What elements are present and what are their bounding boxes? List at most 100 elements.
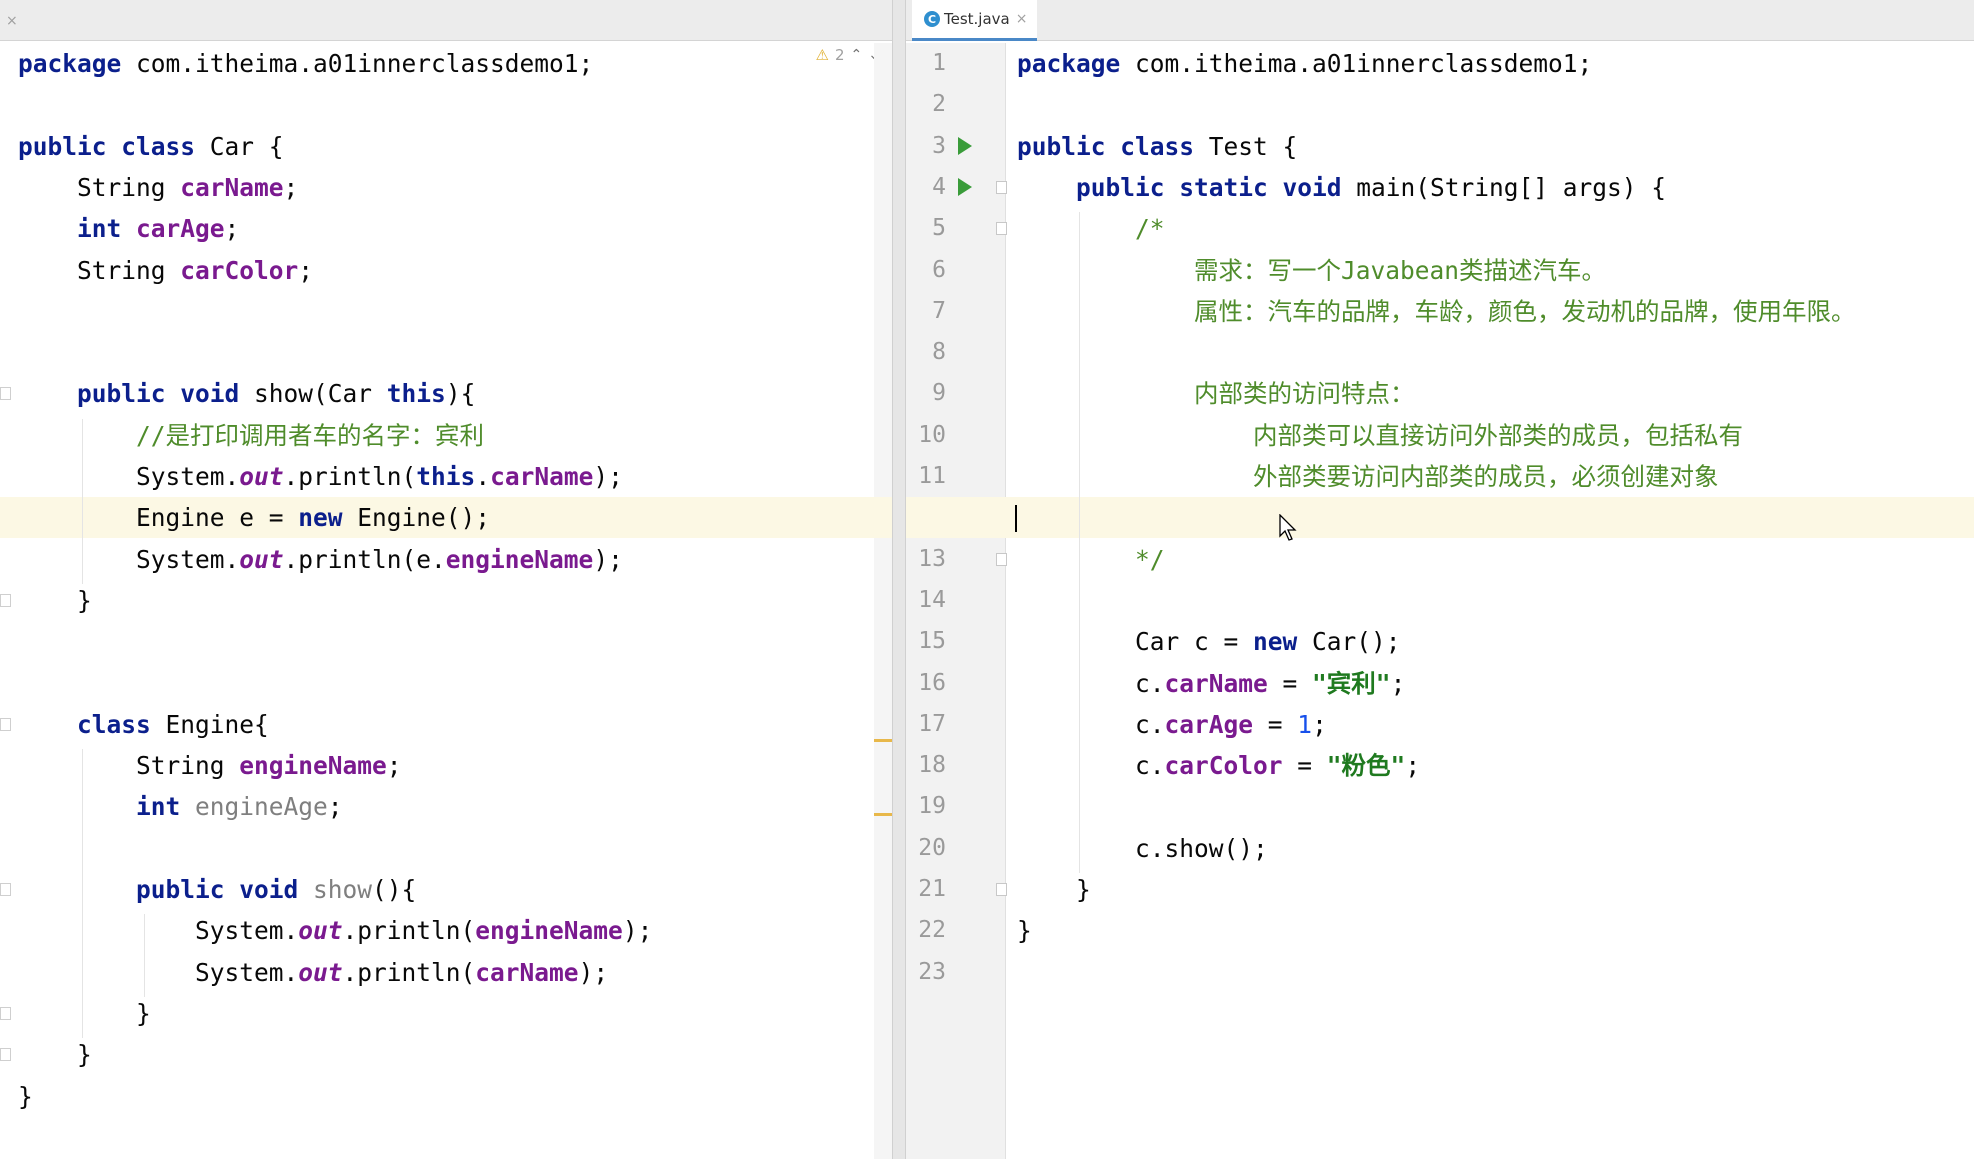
code-line[interactable]: */ [906, 539, 1974, 580]
code-line[interactable]: public class Test { [906, 126, 1974, 167]
code-token: ){ [445, 379, 476, 409]
code-line[interactable]: System.out.println(carName); [0, 952, 892, 993]
fold-marker-icon[interactable] [0, 593, 11, 607]
code-token: public class [18, 131, 210, 161]
code-token: "粉色" [1326, 751, 1406, 781]
right-tab-bar: C Test.java × [906, 0, 1974, 41]
code-line[interactable]: public class Car { [0, 126, 892, 167]
close-icon[interactable]: × [6, 13, 18, 29]
code-line[interactable] [0, 621, 892, 662]
code-line[interactable]: class Engine{ [0, 704, 892, 745]
code-line[interactable] [0, 84, 892, 125]
java-class-icon: C [924, 11, 940, 27]
code-text: System.out.println(this.carName); [18, 456, 623, 497]
code-line[interactable]: System.out.println(this.carName); [0, 456, 892, 497]
text-caret [1015, 505, 1017, 533]
code-text: String engineName; [18, 745, 402, 786]
code-text: public class Test { [1017, 126, 1297, 167]
code-line[interactable]: String engineName; [0, 745, 892, 786]
code-token: ); [622, 916, 653, 946]
code-line[interactable]: 需求：写一个Javabean类描述汽车。 [906, 250, 1974, 291]
code-line[interactable]: public static void main(String[] args) { [906, 167, 1974, 208]
code-line[interactable]: 外部类要访问内部类的成员，必须创建对象 [906, 456, 1974, 497]
code-line[interactable]: 内部类可以直接访问外部类的成员，包括私有 [906, 415, 1974, 456]
pane-splitter[interactable] [892, 0, 906, 1159]
code-line[interactable]: int engineAge; [0, 786, 892, 827]
tab-car[interactable]: × [0, 0, 18, 41]
code-line[interactable]: c.carName = "宾利"; [906, 663, 1974, 704]
code-line[interactable]: Car c = new Car(); [906, 621, 1974, 662]
code-line[interactable]: String carColor; [0, 250, 892, 291]
code-line[interactable]: } [906, 910, 1974, 951]
code-line[interactable]: System.out.println(engineName); [0, 910, 892, 951]
code-line[interactable] [906, 497, 1974, 539]
code-token: com.itheima.a01innerclassdemo1; [136, 49, 594, 78]
fold-marker-icon[interactable] [0, 1048, 11, 1062]
code-line[interactable] [906, 332, 1974, 373]
code-line[interactable]: System.out.println(e.engineName); [0, 539, 892, 580]
code-line[interactable] [0, 332, 892, 373]
code-line[interactable]: /* [906, 208, 1974, 249]
code-line[interactable]: } [0, 1076, 892, 1117]
code-token: } [1017, 875, 1091, 904]
code-text: System.out.println(carName); [18, 952, 608, 993]
tab-test-java[interactable]: C Test.java × [912, 0, 1038, 41]
code-token: out [239, 544, 284, 574]
code-token: com.itheima.a01innerclassdemo1; [1135, 49, 1593, 78]
code-line[interactable]: } [0, 993, 892, 1034]
code-line[interactable] [0, 291, 892, 332]
code-token: System. [18, 544, 240, 574]
code-line[interactable]: Engine e = new Engine(); [0, 497, 892, 539]
code-line[interactable]: c.carAge = 1; [906, 704, 1974, 745]
fold-marker-icon[interactable] [0, 1006, 11, 1020]
code-line[interactable] [0, 663, 892, 704]
code-line[interactable] [906, 84, 1974, 125]
code-line[interactable]: public void show(Car this){ [0, 373, 892, 414]
code-line[interactable]: package com.itheima.a01innerclassdemo1; [906, 43, 1974, 84]
code-line[interactable]: //是打印调用者车的名字：宾利 [0, 415, 892, 456]
code-line[interactable]: 内部类的访问特点： [906, 373, 1974, 414]
code-line[interactable]: } [0, 1034, 892, 1075]
code-line[interactable]: public void show(){ [0, 869, 892, 910]
code-line[interactable]: package com.itheima.a01innerclassdemo1; [0, 43, 892, 84]
code-token: package [18, 49, 137, 78]
code-line[interactable]: c.show(); [906, 828, 1974, 869]
code-text: package com.itheima.a01innerclassdemo1; [18, 43, 593, 84]
code-token: Car { [209, 131, 284, 161]
code-line[interactable] [0, 828, 892, 869]
code-line[interactable]: } [0, 580, 892, 621]
code-text: } [18, 580, 92, 621]
code-token: } [18, 1040, 92, 1070]
code-line[interactable]: 属性：汽车的品牌，车龄，颜色，发动机的品牌，使用年限。 [906, 291, 1974, 332]
code-token: show(Car [254, 379, 387, 409]
code-line[interactable] [906, 952, 1974, 993]
code-token: ; [1390, 668, 1406, 698]
close-icon[interactable]: × [1016, 11, 1028, 27]
code-token: new [298, 503, 358, 533]
code-text: Engine e = new Engine(); [18, 497, 490, 538]
code-line[interactable] [906, 786, 1974, 827]
code-text: class Engine{ [18, 704, 269, 745]
code-line[interactable]: } [906, 869, 1974, 910]
code-text: c.carColor = "粉色"; [1017, 745, 1420, 786]
code-line[interactable]: c.carColor = "粉色"; [906, 745, 1974, 786]
tab-label: Test.java [944, 10, 1010, 28]
fold-marker-icon[interactable] [0, 717, 11, 731]
code-line[interactable]: String carName; [0, 167, 892, 208]
fold-marker-icon[interactable] [0, 883, 11, 896]
code-text: */ [1017, 539, 1165, 580]
code-token: ; [327, 792, 343, 822]
code-token: String [18, 255, 181, 285]
code-text: c.carAge = 1; [1017, 704, 1327, 745]
code-token: carColor [180, 255, 299, 285]
code-token: package [1017, 49, 1136, 78]
code-line[interactable]: int carAge; [0, 208, 892, 249]
code-line[interactable] [906, 580, 1974, 621]
code-text: public void show(Car this){ [18, 373, 475, 414]
code-token: out [298, 916, 343, 946]
code-token: ; [298, 255, 314, 285]
fold-marker-icon[interactable] [0, 387, 11, 401]
